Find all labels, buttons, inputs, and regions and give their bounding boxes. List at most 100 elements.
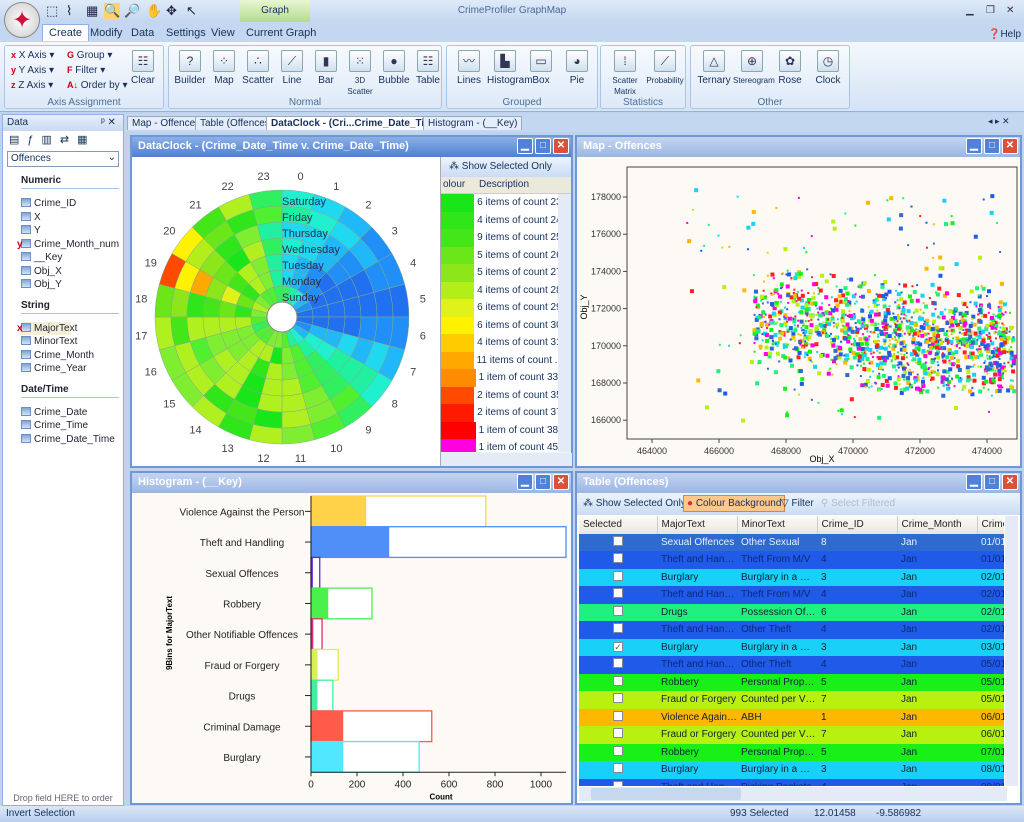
- legend-row[interactable]: 11 items of count ...: [441, 351, 558, 369]
- table-row[interactable]: Theft and Handling Other Theft 4 Jan 02/01: [579, 621, 1004, 639]
- map-button[interactable]: ⁘ Map: [207, 50, 241, 86]
- maximize-icon[interactable]: □: [535, 474, 551, 490]
- z-axis-button[interactable]: z Z Axis ▾: [11, 80, 53, 91]
- table-row[interactable]: Burglary Burglary in a Dwe... 3 Jan 08/01: [579, 761, 1004, 779]
- field-item[interactable]: Obj_Y: [21, 278, 123, 292]
- lines-button[interactable]: 〰 Lines: [451, 50, 487, 86]
- selected-checkbox[interactable]: [613, 658, 623, 669]
- table-row[interactable]: Theft and Handling Other Theft 4 Jan 05/01: [579, 656, 1004, 674]
- rose-button[interactable]: ✿ Rose: [771, 50, 809, 86]
- legend-scrollbar[interactable]: [558, 194, 571, 452]
- selected-checkbox[interactable]: ✓: [613, 641, 623, 652]
- clear-button[interactable]: ☷ Clear: [125, 50, 161, 86]
- field-item[interactable]: y Crime_Month_num: [17, 238, 123, 252]
- selected-checkbox[interactable]: [613, 693, 623, 704]
- doc-tab[interactable]: Map - Offences: [127, 116, 206, 130]
- field-item[interactable]: Crime_Year: [21, 362, 123, 376]
- lasso-tool-icon[interactable]: ⌇: [66, 3, 72, 19]
- legend-row[interactable]: 1 item of count 38: [441, 421, 558, 439]
- selected-checkbox[interactable]: [613, 623, 623, 634]
- builder-button[interactable]: ? Builder: [173, 50, 207, 86]
- selected-checkbox[interactable]: [613, 710, 623, 721]
- legend-row[interactable]: 2 items of count 35: [441, 386, 558, 404]
- legend-row[interactable]: 5 items of count 27: [441, 264, 558, 282]
- field-item[interactable]: Crime_ID: [21, 197, 123, 211]
- line-button[interactable]: ⟋ Line: [275, 50, 309, 86]
- dataclock-chart[interactable]: 01234567891011121314151617181920212223Sa…: [132, 157, 438, 466]
- field-item[interactable]: MinorText: [21, 335, 123, 349]
- scatter-matrix-button[interactable]: ⁞ Scatter Matrix: [605, 50, 645, 97]
- order-by-button[interactable]: A↓ Order by ▾: [67, 80, 128, 91]
- close-icon[interactable]: ✕: [1002, 474, 1018, 490]
- map-chart[interactable]: 464000 466000 468000 470000 472000 474000 1660…: [577, 157, 1020, 466]
- close-icon[interactable]: ✕: [1002, 138, 1018, 154]
- legend-row[interactable]: 4 items of count 24: [441, 211, 558, 229]
- maximize-icon[interactable]: □: [535, 138, 551, 154]
- tab-scroll-icons[interactable]: ◂ ▸ ✕: [988, 116, 1010, 127]
- pointer-icon[interactable]: ↖: [186, 3, 197, 19]
- selected-checkbox[interactable]: [613, 675, 623, 686]
- selected-checkbox[interactable]: [613, 605, 623, 616]
- clock-button[interactable]: ◷ Clock: [809, 50, 847, 86]
- zoom-in-icon[interactable]: 🔍: [104, 3, 121, 19]
- selected-checkbox[interactable]: [613, 535, 623, 546]
- scatter-button[interactable]: ∴ Scatter: [241, 50, 275, 86]
- legend-hscrollbar[interactable]: [441, 453, 572, 466]
- select-filtered-button[interactable]: ⚲ Select Filtered: [821, 498, 895, 509]
- stereogram-button[interactable]: ⊕ Stereogram: [733, 50, 775, 86]
- selected-checkbox[interactable]: [613, 763, 623, 774]
- filter-button[interactable]: ▽ Filter: [781, 498, 814, 509]
- table-vscrollbar[interactable]: [1005, 516, 1018, 786]
- column-header[interactable]: Crime_ID: [817, 516, 898, 534]
- table-row[interactable]: Fraud or Forgery Counted per Victim 7 Jan 05…: [579, 691, 1004, 709]
- selected-checkbox[interactable]: [613, 780, 623, 786]
- dataset-select[interactable]: Offences ⌄: [7, 151, 119, 167]
- table-row[interactable]: Robbery Personal Property 5 Jan 07/01: [579, 743, 1004, 761]
- legend-row[interactable]: 2 items of count 37: [441, 404, 558, 422]
- probability-button[interactable]: ⟋ Probability: [645, 50, 685, 86]
- 3d-scatter-button[interactable]: ⁙ 3D Scatter: [343, 50, 377, 97]
- table-hscrollbar[interactable]: [579, 787, 1007, 801]
- select-tool-icon[interactable]: ⬚: [46, 3, 58, 19]
- selected-checkbox[interactable]: [613, 728, 623, 739]
- selected-checkbox[interactable]: [613, 745, 623, 756]
- table-row[interactable]: Violence Against ... ABH 1 Jan 06/01: [579, 708, 1004, 726]
- table-row[interactable]: Sexual Offences Other Sexual 8 Jan 01/01: [579, 533, 1004, 551]
- column-header[interactable]: MinorText: [737, 516, 818, 534]
- bubble-button[interactable]: ● Bubble: [377, 50, 411, 86]
- bar-button[interactable]: ▮ Bar: [309, 50, 343, 86]
- minimize-icon[interactable]: ▁: [517, 138, 533, 154]
- selected-checkbox[interactable]: [613, 553, 623, 564]
- legend-row[interactable]: 6 items of count 23: [441, 194, 558, 212]
- ribbon-tab-view[interactable]: View: [205, 25, 241, 41]
- pan-hand-icon[interactable]: ✋: [146, 3, 162, 19]
- minimize-icon[interactable]: ▁: [966, 474, 982, 490]
- show-selected-only-button[interactable]: ⁂ Show Selected Only: [441, 157, 571, 177]
- select-rect-icon[interactable]: ▦: [86, 3, 98, 19]
- table-row[interactable]: Burglary Burglary in a Dwe... 3 Jan 02/01: [579, 568, 1004, 586]
- table-row[interactable]: ✓ Burglary Burglary in a Dwe... 3 Jan 03/01: [579, 638, 1004, 656]
- close-icon[interactable]: ✕: [553, 474, 569, 490]
- ribbon-tab-current-graph[interactable]: Current Graph: [240, 25, 322, 41]
- field-item[interactable]: Crime_Time: [21, 419, 123, 433]
- restore-icon[interactable]: ❐: [986, 5, 995, 16]
- doc-tab[interactable]: DataClock - (Cri...Crime_Date_Time): [266, 116, 447, 130]
- table-row[interactable]: Fraud or Forgery Counted per Victim 7 Jan 06…: [579, 726, 1004, 744]
- field-item[interactable]: X: [21, 211, 123, 225]
- column-header[interactable]: MajorText: [657, 516, 738, 534]
- box-button[interactable]: ▭ Box: [523, 50, 559, 86]
- data-panel-toolbar[interactable]: ▤ƒ▥⇄▦: [3, 131, 123, 149]
- filter-button[interactable]: F Filter ▾: [67, 65, 105, 76]
- pie-button[interactable]: ◕ Pie: [559, 50, 595, 86]
- minimize-icon[interactable]: ▁: [517, 474, 533, 490]
- table-row[interactable]: Theft and Handling Theft From M/V 4 Jan 01/0…: [579, 551, 1004, 569]
- legend-row[interactable]: 6 items of count 30: [441, 316, 558, 334]
- ternary-button[interactable]: △ Ternary: [695, 50, 733, 86]
- field-item[interactable]: __Key: [21, 251, 123, 265]
- table-row[interactable]: Theft and HandlingPicking Pockets4Jan09/…: [579, 778, 1004, 786]
- x-axis-button[interactable]: x X Axis ▾: [11, 50, 54, 61]
- field-item[interactable]: Crime_Date_Time: [21, 433, 123, 447]
- selected-checkbox[interactable]: [613, 588, 623, 599]
- histogram-button[interactable]: ▙ Histogram: [487, 50, 533, 86]
- maximize-icon[interactable]: □: [984, 474, 1000, 490]
